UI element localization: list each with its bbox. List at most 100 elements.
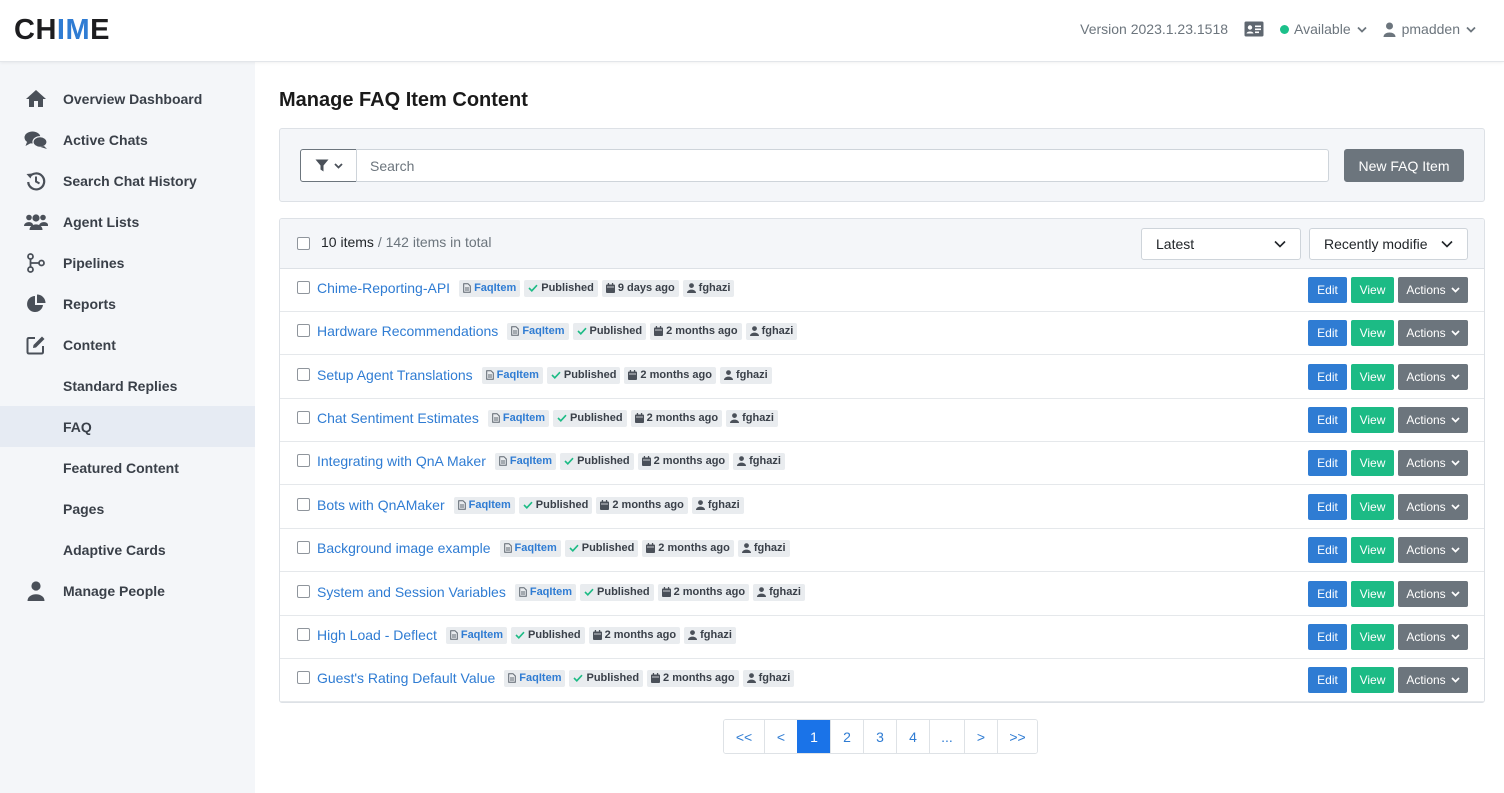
faq-item-title-link[interactable]: System and Session Variables xyxy=(317,584,506,600)
sidebar-item-reports[interactable]: Reports xyxy=(0,283,255,324)
availability-dropdown[interactable]: Available xyxy=(1280,21,1367,37)
calendar-icon xyxy=(634,413,644,423)
last-page-button[interactable]: >> xyxy=(997,720,1037,753)
row-checkbox[interactable] xyxy=(297,454,310,467)
view-button[interactable]: View xyxy=(1351,450,1394,476)
actions-dropdown-button[interactable]: Actions xyxy=(1398,537,1468,563)
row-checkbox[interactable] xyxy=(297,281,310,294)
actions-dropdown-button[interactable]: Actions xyxy=(1398,277,1468,303)
page-3-button[interactable]: 3 xyxy=(863,720,896,753)
page-4-button[interactable]: 4 xyxy=(896,720,929,753)
actions-dropdown-button[interactable]: Actions xyxy=(1398,450,1468,476)
sidebar-item-content[interactable]: Content xyxy=(0,324,255,365)
sidebar-item-active-chats[interactable]: Active Chats xyxy=(0,119,255,160)
filter-dropdown-button[interactable] xyxy=(300,149,357,182)
edit-button[interactable]: Edit xyxy=(1308,364,1347,390)
select-all-checkbox[interactable] xyxy=(297,237,310,250)
edit-button[interactable]: Edit xyxy=(1308,277,1347,303)
sidebar-item-label: Manage People xyxy=(63,582,165,599)
status-badge: Published xyxy=(560,452,634,470)
row-checkbox[interactable] xyxy=(297,671,310,684)
type-badge: FaqItem xyxy=(507,322,569,340)
faq-item-title-link[interactable]: Hardware Recommendations xyxy=(317,323,498,339)
sidebar-item-adaptive-cards[interactable]: Adaptive Cards xyxy=(0,529,255,570)
sidebar-item-standard-replies[interactable]: Standard Replies xyxy=(0,365,255,406)
user-icon xyxy=(757,587,767,597)
author-badge: fghazi xyxy=(745,322,798,340)
view-button[interactable]: View xyxy=(1351,624,1394,650)
page-2-button[interactable]: 2 xyxy=(830,720,863,753)
row-checkbox[interactable] xyxy=(297,324,310,337)
user-icon xyxy=(695,500,705,510)
check-icon xyxy=(551,371,561,379)
edit-button[interactable]: Edit xyxy=(1308,407,1347,433)
first-page-button[interactable]: << xyxy=(724,720,764,753)
view-button[interactable]: View xyxy=(1351,667,1394,693)
faq-item-title-link[interactable]: Guest's Rating Default Value xyxy=(317,670,495,686)
actions-dropdown-button[interactable]: Actions xyxy=(1398,364,1468,390)
sidebar-item-overview-dashboard[interactable]: Overview Dashboard xyxy=(0,78,255,119)
actions-dropdown-button[interactable]: Actions xyxy=(1398,494,1468,520)
chevron-down-icon xyxy=(1466,26,1476,33)
edit-button[interactable]: Edit xyxy=(1308,624,1347,650)
edit-button[interactable]: Edit xyxy=(1308,667,1347,693)
faq-item-title-link[interactable]: Background image example xyxy=(317,540,491,556)
view-button[interactable]: View xyxy=(1351,494,1394,520)
faq-item-title-link[interactable]: High Load - Deflect xyxy=(317,627,437,643)
view-button[interactable]: View xyxy=(1351,364,1394,390)
row-checkbox[interactable] xyxy=(297,541,310,554)
actions-label: Actions xyxy=(1406,543,1446,557)
sidebar-item-agent-lists[interactable]: Agent Lists xyxy=(0,201,255,242)
next-page-button[interactable]: > xyxy=(964,720,997,753)
sidebar-item-featured-content[interactable]: Featured Content xyxy=(0,447,255,488)
actions-label: Actions xyxy=(1406,283,1446,297)
table-row: Guest's Rating Default Value FaqItem Publi… xyxy=(280,659,1484,702)
row-checkbox[interactable] xyxy=(297,628,310,641)
edit-button[interactable]: Edit xyxy=(1308,494,1347,520)
chevron-down-icon xyxy=(1451,591,1460,597)
row-checkbox[interactable] xyxy=(297,498,310,511)
actions-dropdown-button[interactable]: Actions xyxy=(1398,407,1468,433)
page-1-button[interactable]: 1 xyxy=(797,720,830,753)
sort-field-select[interactable]: Recently modifie xyxy=(1309,228,1468,260)
view-button[interactable]: View xyxy=(1351,581,1394,607)
id-card-icon[interactable] xyxy=(1244,21,1264,37)
edit-button[interactable]: Edit xyxy=(1308,450,1347,476)
faq-item-title-link[interactable]: Setup Agent Translations xyxy=(317,367,473,383)
actions-dropdown-button[interactable]: Actions xyxy=(1398,581,1468,607)
edit-button[interactable]: Edit xyxy=(1308,537,1347,563)
actions-dropdown-button[interactable]: Actions xyxy=(1398,624,1468,650)
main-content: Manage FAQ Item Content New FAQ Item 10 … xyxy=(255,62,1504,793)
row-checkbox[interactable] xyxy=(297,585,310,598)
faq-item-title-link[interactable]: Bots with QnAMaker xyxy=(317,497,445,513)
sidebar-item-pipelines[interactable]: Pipelines xyxy=(0,242,255,283)
actions-dropdown-button[interactable]: Actions xyxy=(1398,667,1468,693)
faq-item-title-link[interactable]: Chat Sentiment Estimates xyxy=(317,410,479,426)
sort-order-select[interactable]: Latest xyxy=(1141,228,1301,260)
view-button[interactable]: View xyxy=(1351,320,1394,346)
edit-button[interactable]: Edit xyxy=(1308,320,1347,346)
faq-item-title-link[interactable]: Chime-Reporting-API xyxy=(317,280,450,296)
sidebar-item-search-chat-history[interactable]: Search Chat History xyxy=(0,160,255,201)
actions-dropdown-button[interactable]: Actions xyxy=(1398,320,1468,346)
previous-page-button[interactable]: < xyxy=(764,720,797,753)
sidebar-item-faq[interactable]: FAQ xyxy=(0,406,255,447)
faq-item-title-link[interactable]: Integrating with QnA Maker xyxy=(317,453,486,469)
file-icon xyxy=(463,283,471,293)
row-checkbox[interactable] xyxy=(297,368,310,381)
view-button[interactable]: View xyxy=(1351,537,1394,563)
row-checkbox[interactable] xyxy=(297,411,310,424)
sidebar-item-manage-people[interactable]: Manage People xyxy=(0,570,255,611)
view-button[interactable]: View xyxy=(1351,407,1394,433)
modified-badge: 2 months ago xyxy=(657,583,750,601)
edit-button[interactable]: Edit xyxy=(1308,581,1347,607)
calendar-icon xyxy=(600,500,610,510)
view-button[interactable]: View xyxy=(1351,277,1394,303)
chevron-down-icon xyxy=(1451,460,1460,466)
search-input[interactable] xyxy=(356,149,1329,182)
new-faq-item-button[interactable]: New FAQ Item xyxy=(1344,149,1464,182)
user-menu[interactable]: pmadden xyxy=(1383,21,1482,37)
sidebar-item-pages[interactable]: Pages xyxy=(0,488,255,529)
chime-logo[interactable]: CHIME xyxy=(14,15,110,45)
check-icon xyxy=(523,501,533,509)
